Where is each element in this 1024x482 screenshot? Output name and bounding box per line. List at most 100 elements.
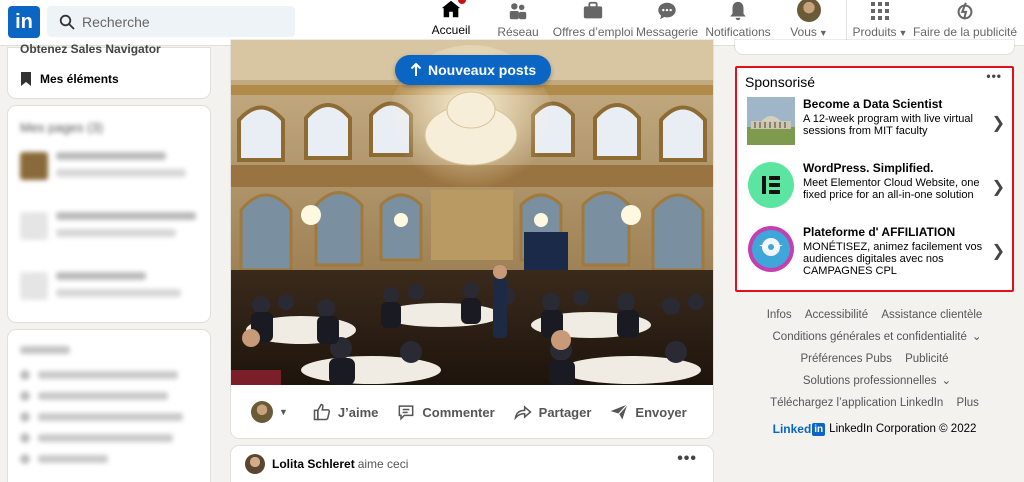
- page-item[interactable]: [20, 152, 186, 186]
- ad-item[interactable]: Plateforme d' AFFILIATION MONÉTISEZ, ani…: [747, 225, 1009, 281]
- search-bar[interactable]: Recherche: [47, 6, 295, 37]
- chevron-right-icon: ❯: [991, 243, 1005, 260]
- nav-advertise-label: Faire de la publicité: [912, 25, 1018, 39]
- my-pages-card: Mes pages (3): [8, 106, 210, 322]
- send-label: Envoyer: [635, 404, 687, 420]
- feed-post: Nouveaux posts ▼ J’aime Commenter Partag…: [231, 40, 713, 438]
- ad-title: Become a Data Scientist: [803, 97, 943, 111]
- post-image[interactable]: [231, 40, 713, 385]
- ballroom-photo: [231, 40, 713, 385]
- new-posts-button[interactable]: Nouveaux posts: [395, 55, 552, 85]
- footer-link-get-app[interactable]: Téléchargez l’application LinkedIn: [770, 397, 943, 409]
- reaction-avatar-selector[interactable]: ▼: [251, 401, 288, 423]
- ad-description: Meet Elementor Cloud Website, one fixed …: [803, 177, 980, 201]
- right-top-card: [735, 40, 1014, 54]
- linkedin-wordmark: Linked: [772, 422, 812, 436]
- recent-card: [8, 330, 210, 482]
- share-label: Partager: [538, 404, 592, 420]
- send-icon: [611, 404, 629, 420]
- page-logo: [20, 212, 48, 240]
- like-button[interactable]: J’aime: [312, 402, 378, 422]
- list-item[interactable]: [20, 433, 183, 443]
- ad-item[interactable]: Become a Data Scientist A 12-week progra…: [747, 97, 1009, 153]
- page-item[interactable]: [20, 272, 181, 306]
- send-button[interactable]: Envoyer: [609, 402, 687, 422]
- sales-navigator-link[interactable]: Obtenez Sales Navigator: [20, 42, 161, 56]
- saved-items-link[interactable]: Mes éléments: [20, 72, 119, 86]
- page-logo: [20, 272, 48, 300]
- search-icon: [59, 14, 75, 29]
- list-item[interactable]: [20, 370, 183, 380]
- recent-list: [20, 370, 183, 475]
- footer-link-advertising[interactable]: Publicité: [905, 353, 948, 365]
- advertise-icon: [953, 0, 977, 22]
- linkedin-logo[interactable]: in: [8, 6, 40, 38]
- linkedin-wordmark-box: in: [812, 422, 826, 436]
- list-item[interactable]: [20, 454, 183, 464]
- mit-building-thumbnail: [747, 97, 795, 145]
- post-user-name[interactable]: Lolita Schleret: [272, 457, 355, 471]
- like-label: J’aime: [337, 404, 379, 420]
- bookmark-icon: [21, 72, 31, 86]
- nav-me-label: Vous: [790, 25, 817, 39]
- nav-products-label: Produits: [852, 25, 897, 39]
- feed-post: Lolita Schleret aime ceci •••: [231, 446, 713, 482]
- more-options-icon[interactable]: •••: [677, 450, 697, 468]
- footer-link-business-solutions[interactable]: Solutions professionnelles: [803, 375, 937, 387]
- footer-link-about[interactable]: Infos: [767, 309, 792, 321]
- bell-icon: [726, 0, 750, 22]
- nav-network-label: Réseau: [497, 25, 539, 39]
- nav-home-label: Accueil: [431, 23, 471, 37]
- ad-item[interactable]: WordPress. Simplified. Meet Elementor Cl…: [747, 161, 1009, 217]
- thumbs-up-icon: [313, 403, 330, 421]
- home-icon: [439, 0, 467, 20]
- nav-notifications-label: Notifications: [705, 25, 771, 39]
- profile-avatar: [797, 0, 821, 22]
- notification-dot: [457, 0, 467, 5]
- comment-icon: [398, 405, 414, 421]
- more-options-icon[interactable]: •••: [986, 69, 1002, 83]
- footer-link-help[interactable]: Assistance clientèle: [881, 309, 982, 321]
- chevron-right-icon: ❯: [991, 179, 1005, 196]
- grid-icon: [868, 0, 892, 22]
- chevron-down-icon[interactable]: ⌄: [972, 331, 982, 343]
- footer-link-terms[interactable]: Conditions générales et confidentialité: [773, 331, 967, 343]
- sponsored-card: Sponsorisé ••• Become a Data Scientist A…: [735, 66, 1014, 292]
- ad-description: MONÉTISEZ, animez facilement vos audienc…: [803, 241, 983, 277]
- my-pages-title: Mes pages (3): [20, 120, 104, 135]
- chevron-right-icon: ❯: [991, 115, 1005, 132]
- page-logo: [20, 152, 48, 180]
- page-item[interactable]: [20, 212, 196, 246]
- chevron-down-icon: ▼: [898, 28, 908, 38]
- avatar: [245, 454, 265, 474]
- share-icon: [513, 405, 532, 421]
- copyright-text: LinkedIn Corporation © 2022: [829, 423, 977, 435]
- search-placeholder: Recherche: [82, 13, 150, 30]
- footer-brand: Linked in LinkedIn Corporation © 2022: [773, 418, 977, 440]
- footer-link-accessibility[interactable]: Accessibilité: [805, 309, 868, 321]
- sponsored-title: Sponsorisé: [745, 74, 816, 90]
- share-button[interactable]: Partager: [513, 402, 592, 422]
- post-activity-header[interactable]: Lolita Schleret aime ceci: [245, 454, 408, 474]
- nav-jobs-label: Offres d’emploi: [552, 25, 634, 39]
- post-activity-text: aime ceci: [357, 457, 409, 471]
- elementor-logo: [747, 161, 795, 209]
- recent-title: [20, 346, 70, 354]
- list-item[interactable]: [20, 412, 183, 422]
- list-item[interactable]: [20, 391, 183, 401]
- comment-button[interactable]: Commenter: [396, 402, 495, 422]
- affiliation-logo: [747, 225, 795, 273]
- left-shortcuts-card: Obtenez Sales Navigator Mes éléments: [8, 42, 210, 98]
- footer-link-more[interactable]: Plus: [957, 397, 979, 409]
- nav-messaging-label: Messagerie: [635, 25, 699, 39]
- ad-description: A 12-week program with live virtual sess…: [803, 113, 973, 137]
- message-icon: [655, 0, 679, 22]
- chevron-down-icon[interactable]: ⌄: [941, 375, 951, 387]
- comment-label: Commenter: [422, 404, 495, 420]
- ad-title: WordPress. Simplified.: [803, 161, 934, 175]
- chevron-down-icon: ▼: [818, 28, 828, 38]
- post-actions: ▼ J’aime Commenter Partager Envoyer: [231, 390, 713, 434]
- briefcase-icon: [581, 0, 605, 22]
- footer-link-ad-preferences[interactable]: Préférences Pubs: [800, 353, 891, 365]
- profile-avatar: [251, 401, 273, 423]
